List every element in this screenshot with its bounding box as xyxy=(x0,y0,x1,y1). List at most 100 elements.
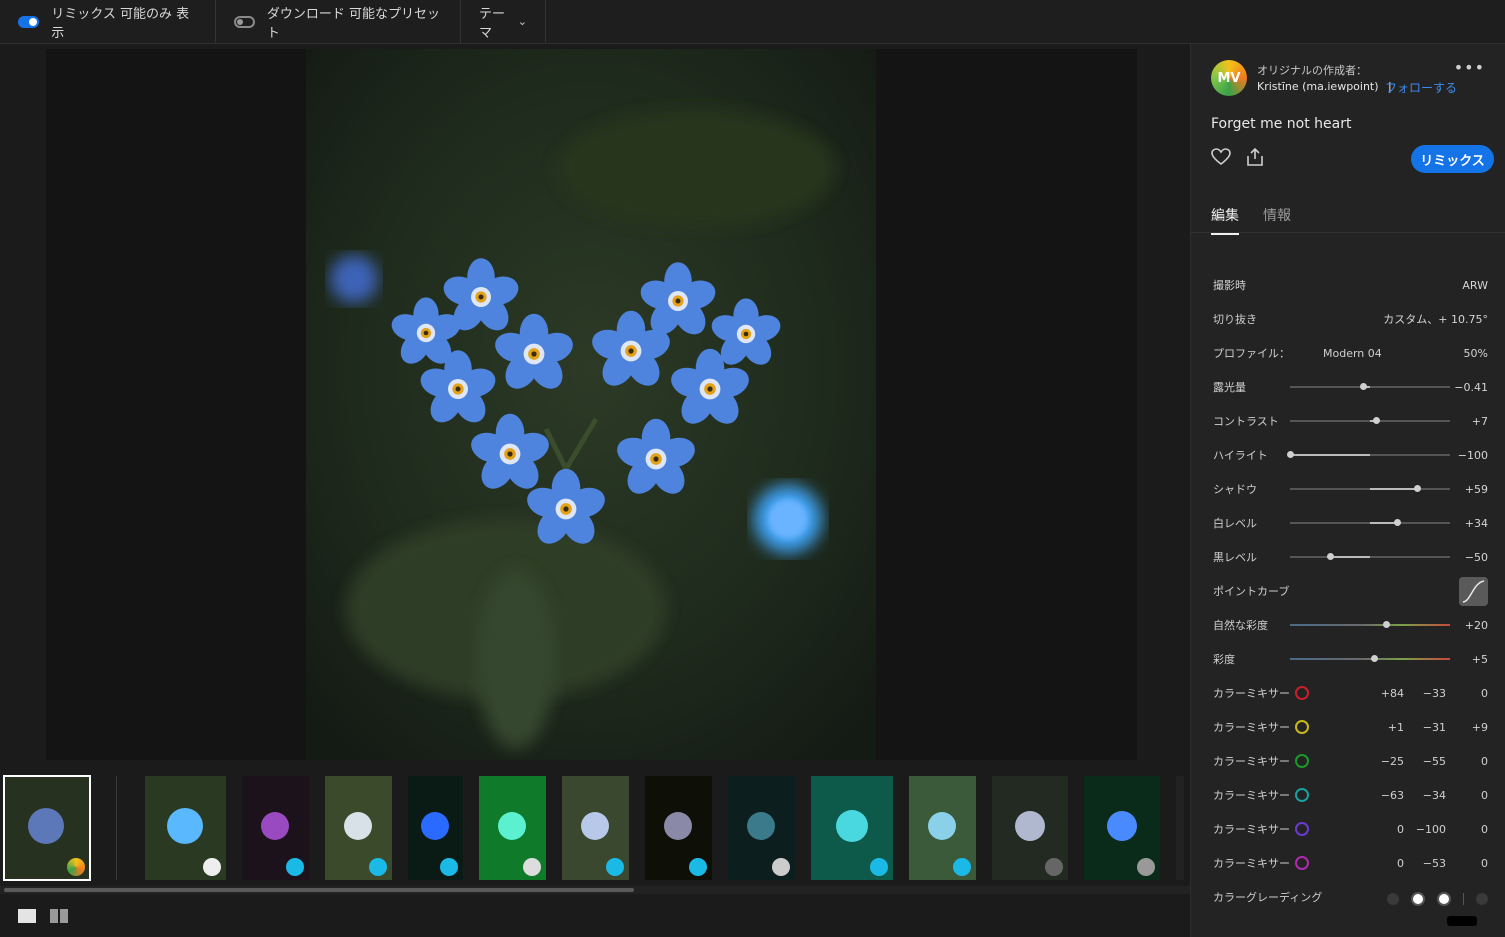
follow-link[interactable]: フォローする xyxy=(1385,79,1457,96)
slider-fill xyxy=(1330,556,1370,558)
author-avatar[interactable]: MV xyxy=(1211,60,1247,96)
mixer-values: −63 −34 0 xyxy=(1362,778,1488,812)
color-mixer-label: カラーミキサー xyxy=(1213,857,1290,870)
filmstrip-divider xyxy=(116,776,117,880)
color-ring-icon xyxy=(1295,720,1309,734)
more-options-icon[interactable]: ••• xyxy=(1454,58,1485,77)
toggle-switch-on[interactable] xyxy=(18,15,40,28)
thumbnail-preset-partial[interactable] xyxy=(1176,776,1184,880)
thumbnail-preset[interactable] xyxy=(909,776,976,880)
thumbnail-preset[interactable] xyxy=(811,776,893,880)
author-name-text: Kristīne (ma.iewpoint) xyxy=(1257,80,1379,93)
thumbnail-preset[interactable] xyxy=(145,776,226,880)
slider-knob xyxy=(1383,621,1390,628)
top-toolbar: リミックス 可能のみ 表示 ダウンロード 可能なプリセット テーマ ⌄ xyxy=(0,0,1505,44)
toggle-switch-off[interactable] xyxy=(234,15,255,28)
details-panel: MV オリジナルの作成者： Kristīne (ma.iewpoint) | フ… xyxy=(1190,44,1505,937)
user-avatar xyxy=(689,858,707,876)
user-avatar xyxy=(286,858,304,876)
view-mode-switch xyxy=(18,909,68,923)
grading-dot[interactable] xyxy=(1476,893,1488,905)
grading-dot-active[interactable] xyxy=(1411,892,1425,906)
downloadable-presets-label: ダウンロード 可能なプリセット xyxy=(266,6,441,41)
heart-icon[interactable] xyxy=(1211,148,1231,166)
single-view-icon[interactable] xyxy=(18,909,36,923)
color-ring-icon xyxy=(1295,856,1309,870)
color-mixer-label: カラーミキサー xyxy=(1213,789,1290,802)
saturation-value: −55 xyxy=(1422,754,1446,768)
color-mixer-row: カラーミキサー −25 −55 0 xyxy=(1213,744,1488,778)
color-ring-icon xyxy=(1295,788,1309,802)
color-ring-icon xyxy=(1295,754,1309,768)
theme-dropdown[interactable]: テーマ ⌄ xyxy=(461,0,546,43)
slider-track xyxy=(1290,519,1450,526)
slider-value: −100 xyxy=(1457,448,1488,462)
hue-value: 0 xyxy=(1397,822,1404,836)
profile-row: プロファイル： Modern 04 50% xyxy=(1213,336,1488,370)
thumbnail-original[interactable] xyxy=(3,775,91,881)
filmstrip-scrollbar[interactable] xyxy=(4,888,634,892)
downloadable-presets-toggle[interactable]: ダウンロード 可能なプリセット xyxy=(216,0,461,43)
chevron-down-icon: ⌄ xyxy=(517,15,527,28)
user-avatar xyxy=(772,858,790,876)
saturation-row: 彩度 +5 xyxy=(1213,642,1488,676)
luminance-value: +9 xyxy=(1471,720,1488,734)
slider-track xyxy=(1290,485,1450,492)
thumbnail-preset[interactable] xyxy=(728,776,795,880)
slider-label: ハイライト xyxy=(1213,449,1268,462)
author-name[interactable]: Kristīne (ma.iewpoint) | xyxy=(1257,80,1392,93)
user-avatar xyxy=(606,858,624,876)
crop-value: カスタム、+ 10.75° xyxy=(1383,313,1488,326)
vibrance-value: +20 xyxy=(1464,618,1488,632)
hue-value: +1 xyxy=(1387,720,1404,734)
tone-curve-icon[interactable] xyxy=(1459,577,1488,606)
author-label: オリジナルの作成者： xyxy=(1257,64,1367,77)
user-avatar xyxy=(440,858,458,876)
vibrance-slider xyxy=(1290,621,1450,628)
luminance-value: 0 xyxy=(1481,754,1488,768)
thumbnail-preset[interactable] xyxy=(242,776,309,880)
slider-label: コントラスト xyxy=(1213,415,1279,428)
color-mixer-row: カラーミキサー 0 −100 0 xyxy=(1213,812,1488,846)
slider-knob xyxy=(1287,451,1294,458)
action-icons xyxy=(1211,148,1265,166)
user-avatar xyxy=(1137,858,1155,876)
thumbnail-preset[interactable] xyxy=(479,776,546,880)
theme-label: テーマ xyxy=(479,6,506,41)
saturation-value: +5 xyxy=(1471,652,1488,666)
slider-row: 露光量 −0.41 xyxy=(1213,370,1488,404)
remix-only-toggle[interactable]: リミックス 可能のみ 表示 xyxy=(0,0,216,43)
luminance-value: 0 xyxy=(1481,822,1488,836)
image-viewer xyxy=(46,49,1137,760)
hue-value: +84 xyxy=(1380,686,1404,700)
point-curve-label: ポイントカーブ xyxy=(1213,585,1290,598)
saturation-value: −53 xyxy=(1422,856,1446,870)
slider-value: +34 xyxy=(1464,516,1488,530)
user-avatar xyxy=(369,858,387,876)
thumbnail-preset[interactable] xyxy=(562,776,629,880)
thumbnail-preset[interactable] xyxy=(408,776,463,880)
tab-edit[interactable]: 編集 xyxy=(1211,205,1239,235)
color-mixer-label: カラーミキサー xyxy=(1213,823,1290,836)
color-grading-wheels xyxy=(1387,892,1488,906)
mixer-values: +84 −33 0 xyxy=(1362,676,1488,710)
share-icon[interactable] xyxy=(1245,148,1265,166)
thumbnail-preset[interactable] xyxy=(992,776,1068,880)
slider-knob xyxy=(1360,383,1368,390)
slider-fill xyxy=(1370,488,1418,490)
grading-separator xyxy=(1463,893,1464,905)
grading-dot-active[interactable] xyxy=(1437,892,1451,906)
remix-button[interactable]: リミックス xyxy=(1411,145,1494,173)
slider-fill xyxy=(1290,454,1370,456)
thumbnail-preset[interactable] xyxy=(325,776,392,880)
split-view-icon[interactable] xyxy=(50,909,68,923)
slider-track xyxy=(1287,451,1450,458)
grading-dot[interactable] xyxy=(1387,893,1399,905)
thumbnail-preset[interactable] xyxy=(645,776,712,880)
color-grading-row: カラーグレーディング xyxy=(1213,880,1488,914)
saturation-value: −34 xyxy=(1422,788,1446,802)
color-mixer-label: カラーミキサー xyxy=(1213,721,1290,734)
thumbnail-preset[interactable] xyxy=(1084,776,1160,880)
saturation-value: −100 xyxy=(1415,822,1446,836)
tab-info[interactable]: 情報 xyxy=(1263,205,1291,235)
